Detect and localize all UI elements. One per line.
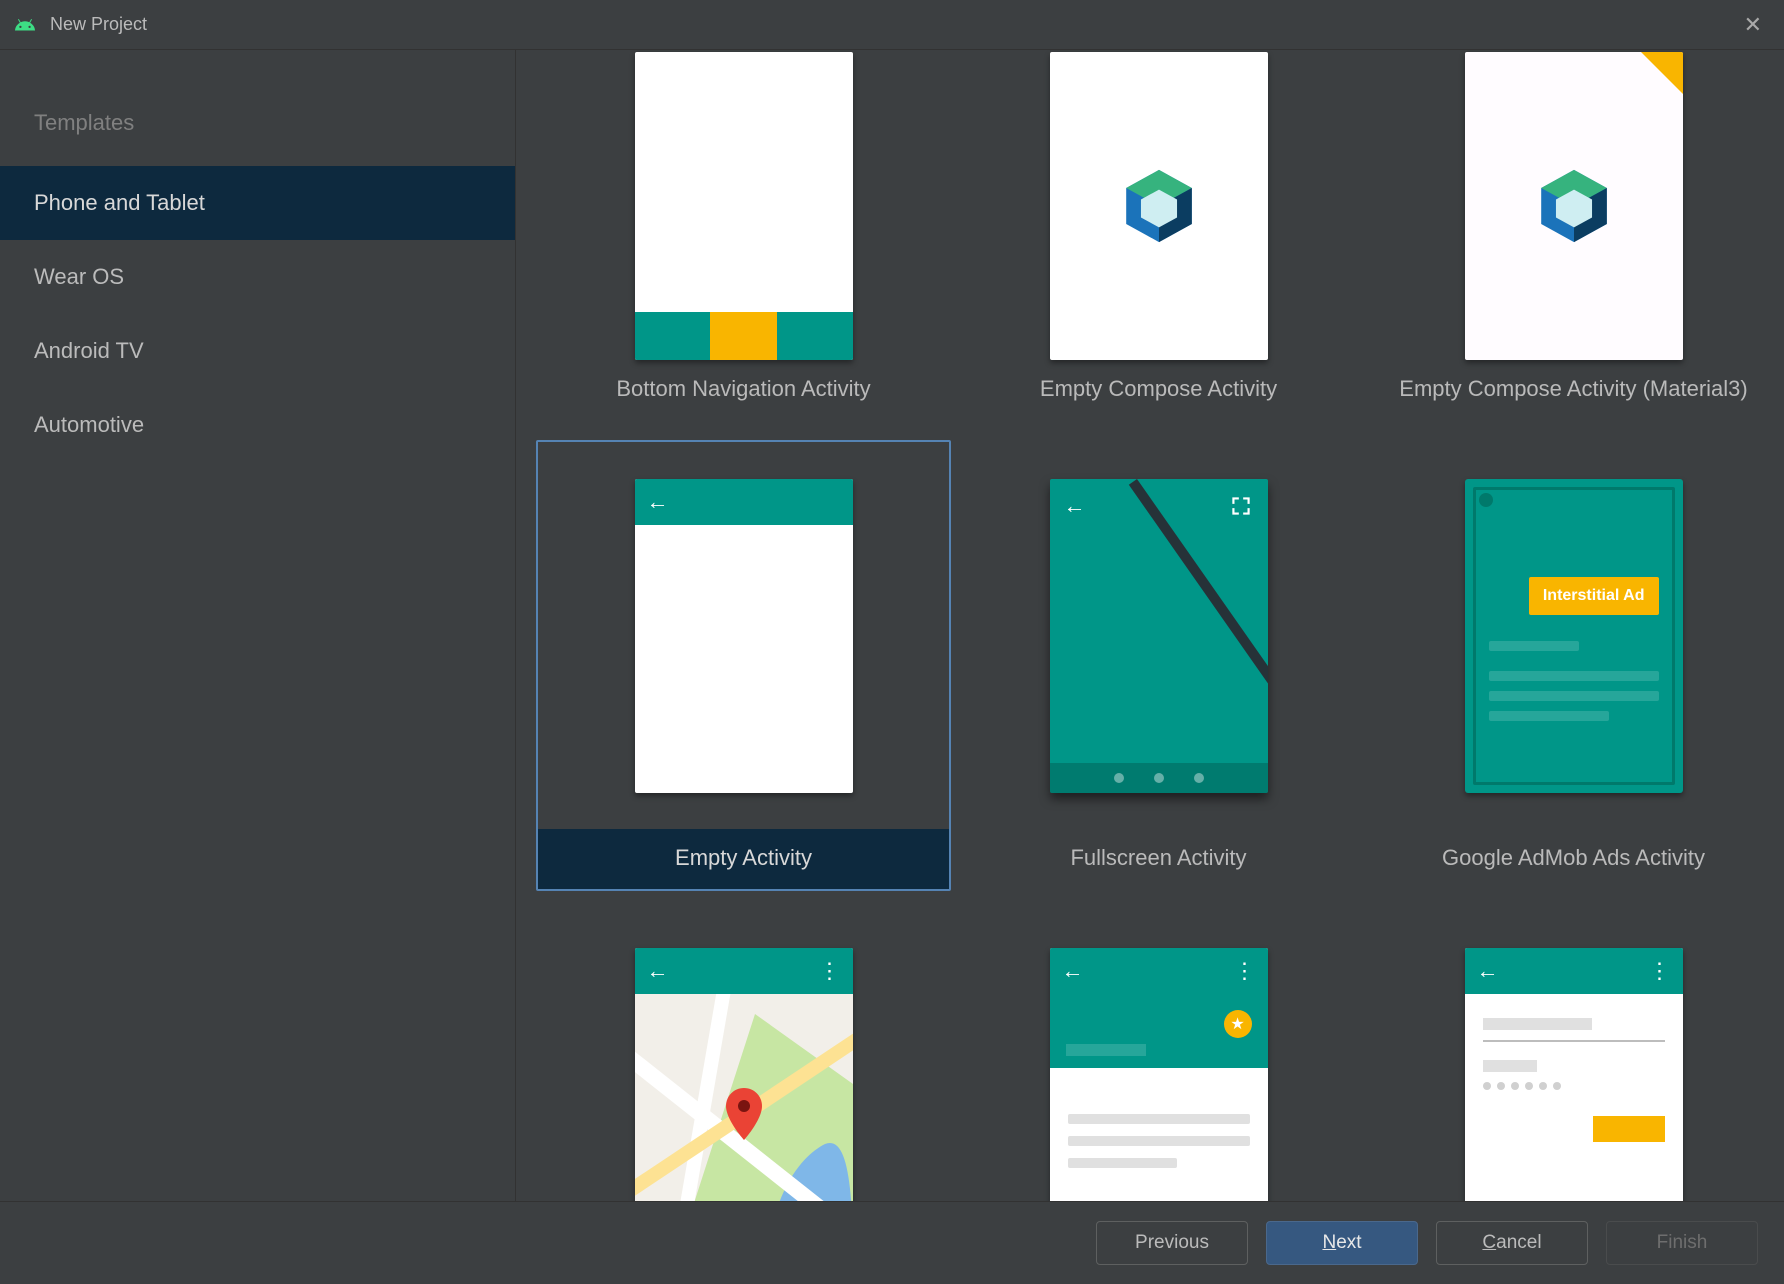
template-thumb [538, 52, 949, 360]
map-preview [635, 994, 853, 1202]
bottom-nav-bar [635, 312, 853, 360]
sidebar-item-label: Automotive [34, 412, 144, 437]
template-bottom-navigation[interactable]: Bottom Navigation Activity [536, 50, 951, 422]
finish-button[interactable]: Finish [1606, 1221, 1758, 1265]
template-maps[interactable]: ←⋮ [536, 909, 951, 1201]
template-label: Fullscreen Activity [953, 829, 1364, 889]
cancel-button[interactable]: Cancel [1436, 1221, 1588, 1265]
sidebar-item-label: Phone and Tablet [34, 190, 205, 215]
star-fab-icon: ★ [1224, 1010, 1252, 1038]
back-arrow-icon: ← [1477, 958, 1499, 984]
template-label: Google AdMob Ads Activity [1368, 829, 1779, 889]
template-thumb: ← [538, 442, 949, 829]
close-icon[interactable]: ✕ [1736, 8, 1770, 42]
back-arrow-icon: ← [647, 958, 669, 984]
template-label: Empty Compose Activity (Material3) [1368, 360, 1779, 420]
button-label: Previous [1135, 1232, 1209, 1254]
template-thumb: ←⋮ [538, 911, 949, 1201]
template-empty-compose-m3[interactable]: Empty Compose Activity (Material3) [1366, 50, 1781, 422]
sidebar-item-android-tv[interactable]: Android TV [0, 314, 515, 388]
template-thumb: ←⋮ ★ Pay [953, 911, 1364, 1201]
next-button[interactable]: Next [1266, 1221, 1418, 1265]
template-label: Bottom Navigation Activity [538, 360, 949, 420]
sidebar-item-wear-os[interactable]: Wear OS [0, 240, 515, 314]
fullscreen-icon [1228, 493, 1254, 524]
window-title: New Project [50, 14, 147, 35]
button-label: Next [1322, 1232, 1361, 1254]
main-area: Templates Phone and Tablet Wear OS Andro… [0, 50, 1784, 1202]
sidebar-item-automotive[interactable]: Automotive [0, 388, 515, 462]
template-thumb: ← [953, 442, 1364, 829]
template-label: Empty Compose Activity [953, 360, 1364, 420]
sidebar: Templates Phone and Tablet Wear OS Andro… [0, 50, 516, 1201]
sidebar-header: Templates [0, 90, 515, 166]
template-login[interactable]: ←⋮ [1366, 909, 1781, 1201]
compose-logo-icon [1050, 52, 1268, 360]
template-thumb [953, 52, 1364, 360]
template-fullscreen[interactable]: ← Fullscreen Activity [951, 440, 1366, 891]
back-arrow-icon: ← [647, 489, 669, 515]
template-admob[interactable]: Interstitial Ad Google AdMob Ads Activit… [1366, 440, 1781, 891]
template-empty-compose[interactable]: Empty Compose Activity [951, 50, 1366, 422]
pager-dots [1050, 773, 1268, 783]
sidebar-item-label: Wear OS [34, 264, 124, 289]
template-thumb: Interstitial Ad [1368, 442, 1779, 829]
back-arrow-icon: ← [1062, 958, 1084, 984]
template-empty-activity[interactable]: ← Empty Activity [536, 440, 951, 891]
new-ribbon-icon [1640, 52, 1683, 95]
template-grid: Bottom Navigation Activity [516, 50, 1784, 1201]
previous-button[interactable]: Previous [1096, 1221, 1248, 1265]
sidebar-item-label: Android TV [34, 338, 144, 363]
template-label: Empty Activity [538, 829, 949, 889]
back-arrow-icon: ← [1064, 493, 1086, 519]
button-label: Cancel [1482, 1232, 1541, 1254]
ad-chip: Interstitial Ad [1529, 577, 1659, 615]
overflow-icon: ⋮ [819, 958, 841, 984]
button-label: Finish [1657, 1232, 1708, 1254]
footer: Previous Next Cancel Finish [0, 1202, 1784, 1284]
login-submit-icon [1593, 1116, 1665, 1142]
overflow-icon: ⋮ [1649, 958, 1671, 984]
template-google-pay[interactable]: ←⋮ ★ Pay [951, 909, 1366, 1201]
android-icon [14, 14, 36, 36]
template-thumb [1368, 52, 1779, 360]
overflow-icon: ⋮ [1234, 958, 1256, 984]
title-bar: New Project ✕ [0, 0, 1784, 50]
sidebar-item-phone-tablet[interactable]: Phone and Tablet [0, 166, 515, 240]
compose-logo-icon [1465, 52, 1683, 360]
template-thumb: ←⋮ [1368, 911, 1779, 1201]
